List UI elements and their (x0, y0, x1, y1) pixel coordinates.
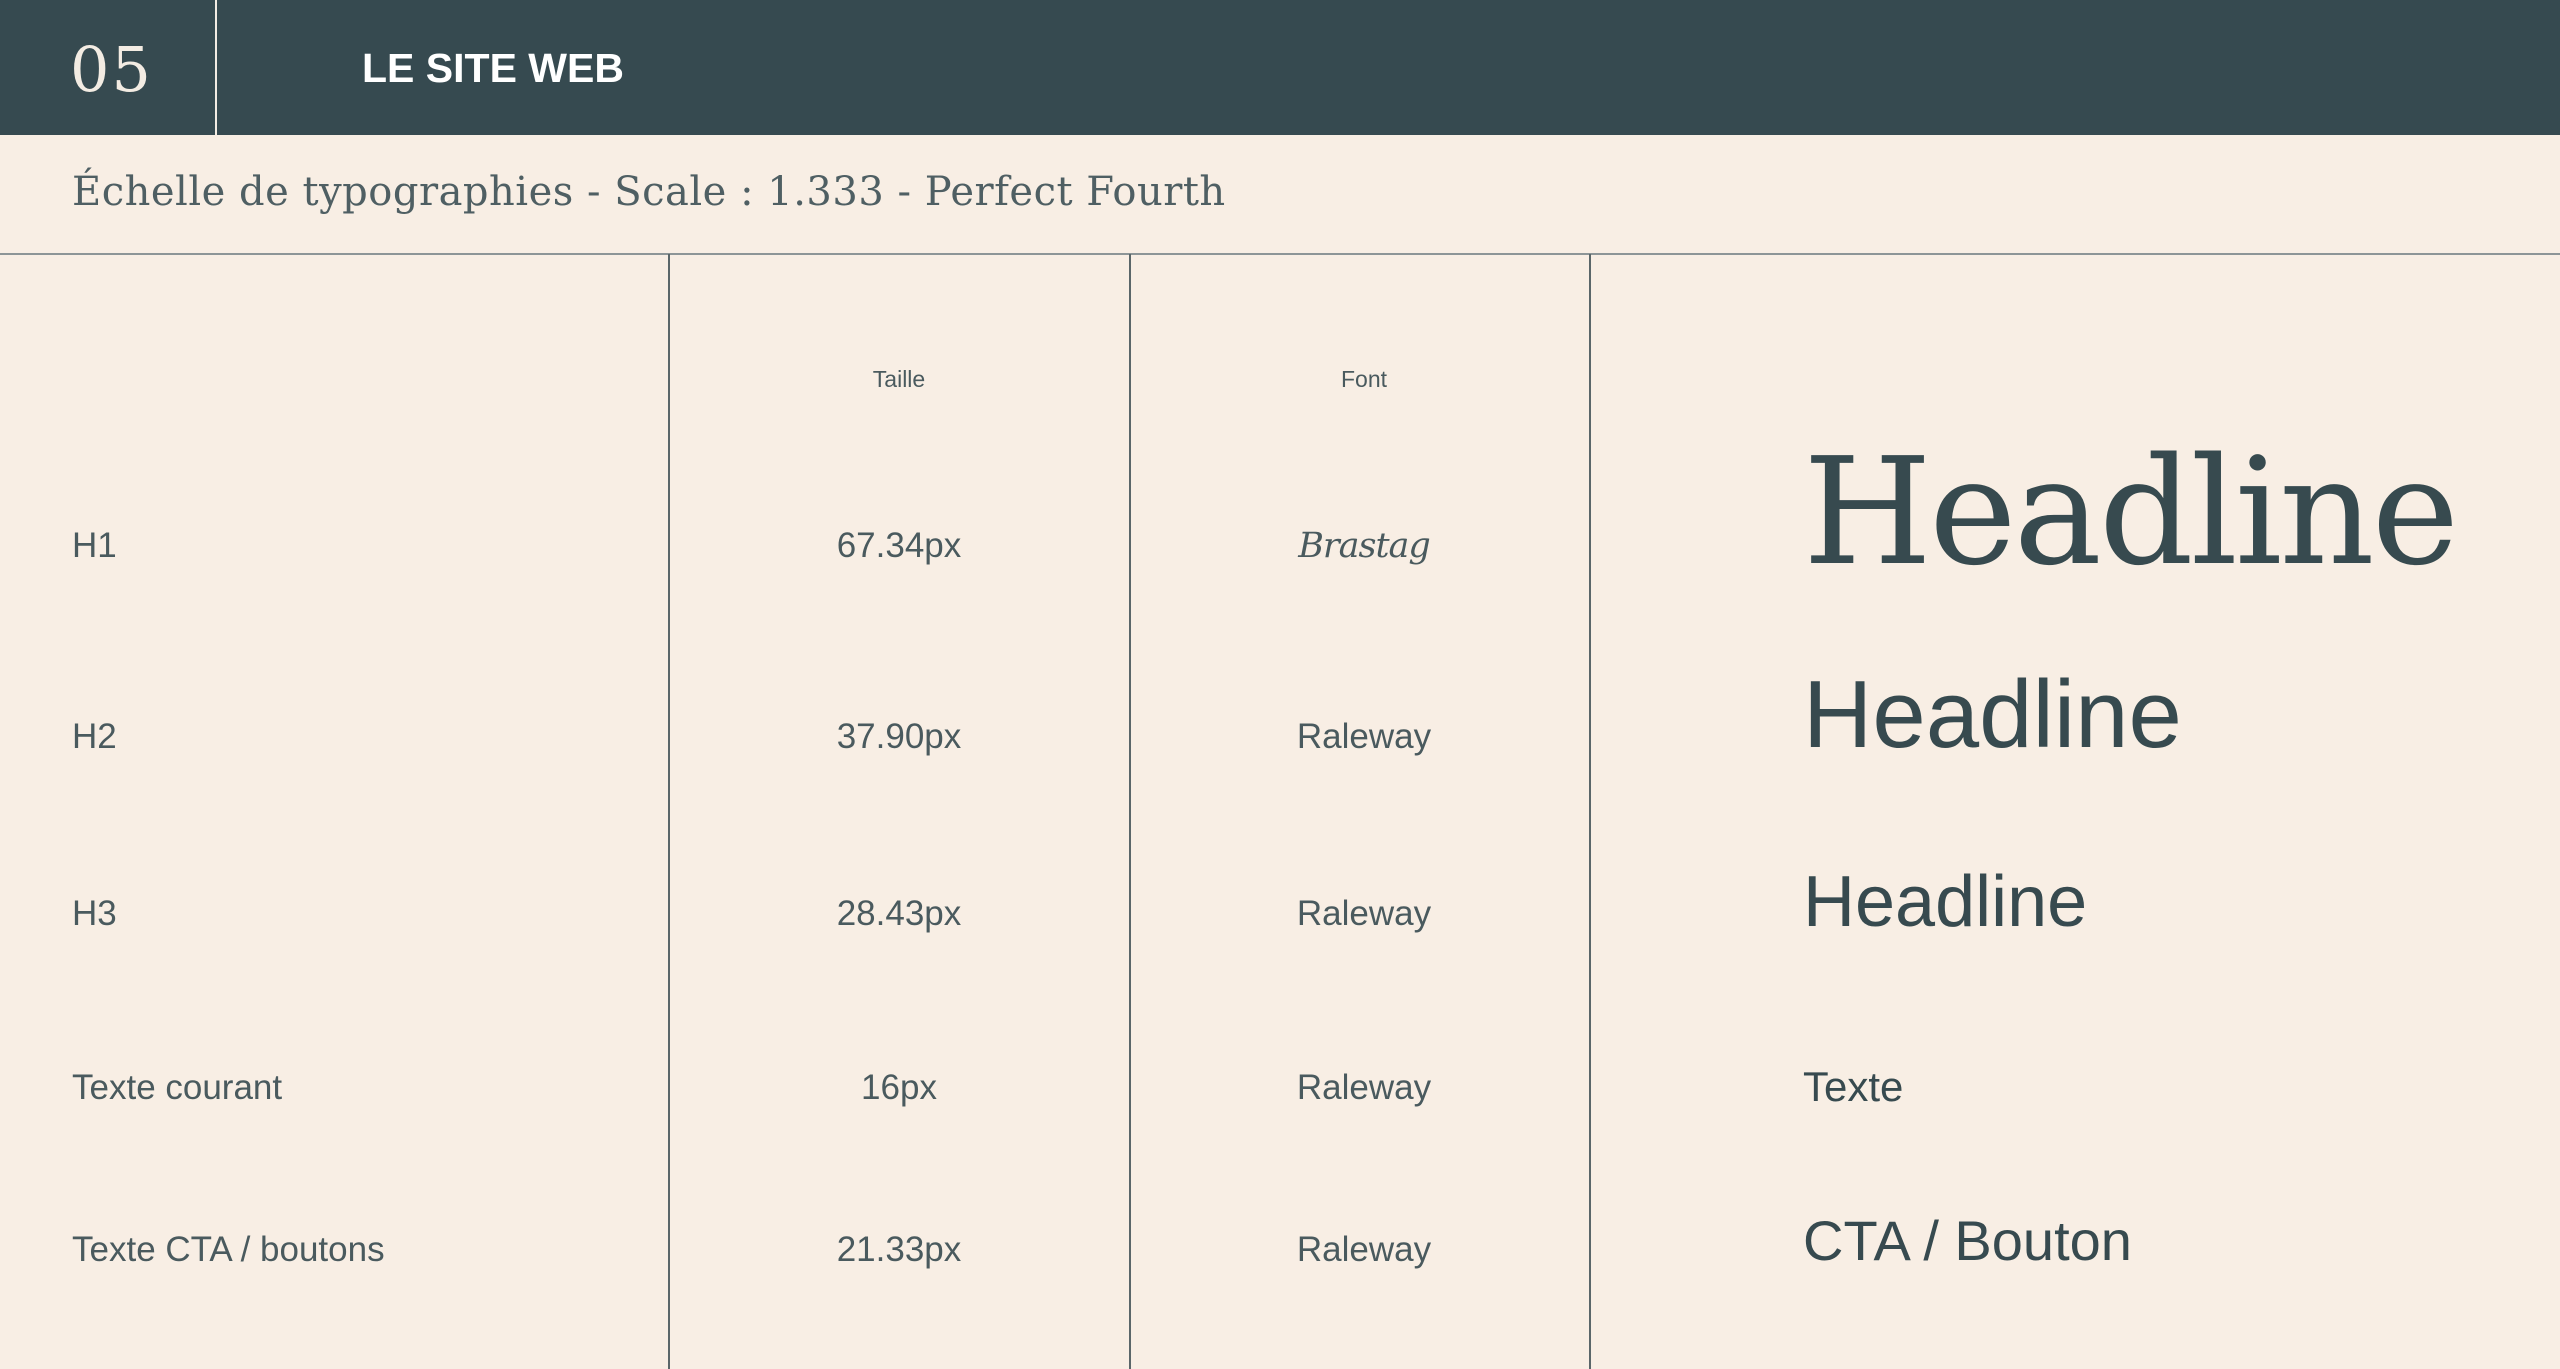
column-divider-2 (1129, 254, 1131, 1369)
sample-cta: CTA / Bouton (1803, 1209, 2132, 1272)
row-size-h1: 67.34px (836, 526, 962, 565)
section-number: 05 (70, 33, 153, 106)
row-label-h1: H1 (72, 526, 117, 565)
sample-h2: Headline (1803, 661, 2182, 768)
column-header-size: Taille (872, 366, 926, 392)
row-label-body-text: Texte courant (72, 1068, 283, 1107)
section-title: LE SITE WEB (362, 45, 624, 91)
row-font-h1: Brastag (1298, 526, 1431, 566)
row-label-h3: H3 (72, 894, 117, 933)
header-divider (215, 0, 217, 135)
row-font-cta: Raleway (1296, 1230, 1432, 1269)
row-size-h3: 28.43px (836, 894, 962, 933)
row-label-h2: H2 (72, 717, 117, 756)
table-top-divider (0, 253, 2560, 255)
column-divider-3 (1589, 254, 1591, 1369)
row-font-h3: Raleway (1296, 894, 1432, 933)
sample-h1: Headline (1803, 426, 2459, 598)
row-font-h2: Raleway (1296, 717, 1432, 756)
column-divider-1 (668, 254, 670, 1369)
sample-body-text: Texte (1803, 1063, 1904, 1110)
row-size-h2: 37.90px (836, 717, 962, 756)
sample-h3: Headline (1803, 862, 2088, 942)
header-bar: 05 LE SITE WEB (0, 0, 2560, 135)
row-size-cta: 21.33px (836, 1230, 962, 1269)
column-header-font: Font (1340, 366, 1388, 392)
page-subtitle: Échelle de typographies - Scale : 1.333 … (72, 169, 1226, 215)
row-font-body-text: Raleway (1296, 1068, 1432, 1107)
row-label-cta: Texte CTA / boutons (72, 1230, 385, 1269)
row-size-body-text: 16px (861, 1068, 937, 1107)
